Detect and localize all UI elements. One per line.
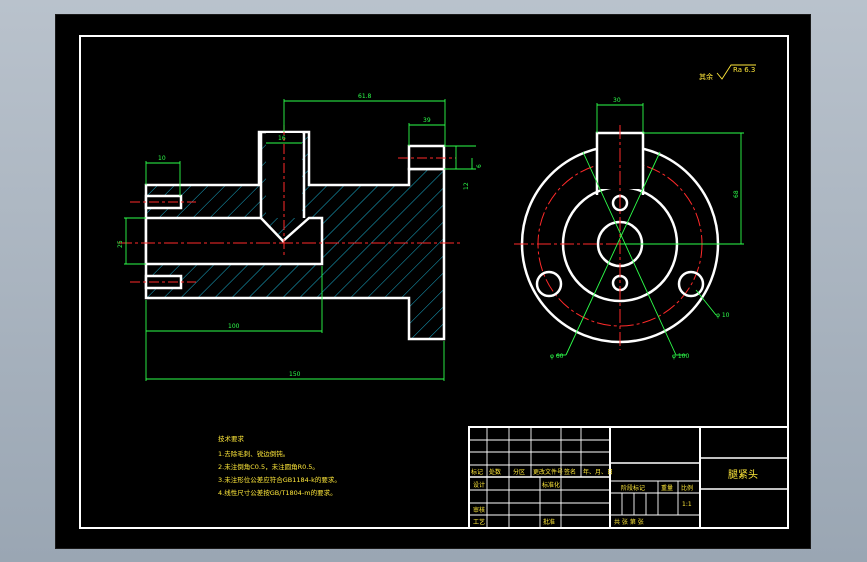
roughness-value: Ra 6.3	[733, 66, 755, 74]
tech-notes: 技术要求 1.去除毛刺、锐边倒钝。 2.未注倒角C0.5，未注圆角R0.5。 3…	[218, 434, 341, 497]
hole-left	[535, 270, 563, 298]
dim-side-height: 68	[733, 190, 740, 198]
dim-diam-left: φ 60	[550, 353, 564, 360]
tech-note-4: 4.线性尺寸公差按GB/T1804-m的要求。	[218, 488, 337, 497]
dim-hole: φ 10	[716, 312, 730, 319]
tb-count: 处数	[489, 468, 501, 476]
tb-date: 年、月、日	[583, 468, 613, 476]
tb-design: 设计	[473, 481, 485, 489]
dim-slot-top: 16	[278, 135, 286, 142]
tb-process: 工艺	[473, 518, 485, 526]
roughness-symbol: 其余 Ra 6.3	[699, 64, 756, 81]
drawing-title: 腿紧头	[728, 469, 758, 481]
tb-mark: 标记	[471, 468, 483, 476]
cad-drawing: 61.8 39 16 10 25 12 6 100 150 30 68 φ 60…	[79, 35, 789, 529]
tb-review: 审核	[473, 506, 485, 514]
tb-sign: 签名	[564, 468, 576, 476]
roughness-label: 其余	[699, 72, 713, 81]
dim-right-h1: 12	[463, 182, 470, 190]
dim-top-length: 61.8	[358, 93, 372, 100]
dim-right-h2: 6	[476, 164, 483, 168]
dim-diam-right: φ 100	[672, 353, 690, 360]
tb-standard: 标准化	[542, 481, 560, 489]
tech-notes-heading: 技术要求	[218, 434, 245, 443]
tb-change: 更改文件号	[533, 468, 563, 476]
dim-left-small: 10	[158, 155, 166, 162]
tb-sheets: 共 张 第 张	[614, 518, 644, 526]
tech-note-3: 3.未注形位公差应符合GB1184-k的要求。	[218, 475, 341, 484]
tb-scale-value: 1:1	[682, 501, 692, 508]
dim-bottom-inner: 100	[228, 323, 240, 330]
tb-scale: 比例	[681, 484, 693, 492]
hole-right	[677, 270, 705, 298]
dim-bottom-total: 150	[289, 371, 301, 378]
tb-approve: 批准	[543, 518, 555, 526]
tech-note-1: 1.去除毛刺、锐边倒钝。	[218, 449, 289, 458]
end-view-dim-labels: 30 68 φ 60 φ 100 φ 10	[550, 97, 740, 360]
tb-zone: 分区	[513, 468, 525, 476]
tech-note-2: 2.未注倒角C0.5，未注圆角R0.5。	[218, 462, 319, 471]
drawing-viewport[interactable]: 61.8 39 16 10 25 12 6 100 150 30 68 φ 60…	[55, 14, 811, 549]
dim-side-top: 30	[613, 97, 621, 104]
section-view	[118, 125, 462, 341]
tb-weight: 重量	[661, 484, 673, 492]
dim-top-right: 39	[423, 117, 431, 124]
tb-stage: 阶段标记	[621, 484, 645, 492]
dim-left-height: 25	[117, 240, 124, 248]
end-view	[514, 125, 728, 350]
